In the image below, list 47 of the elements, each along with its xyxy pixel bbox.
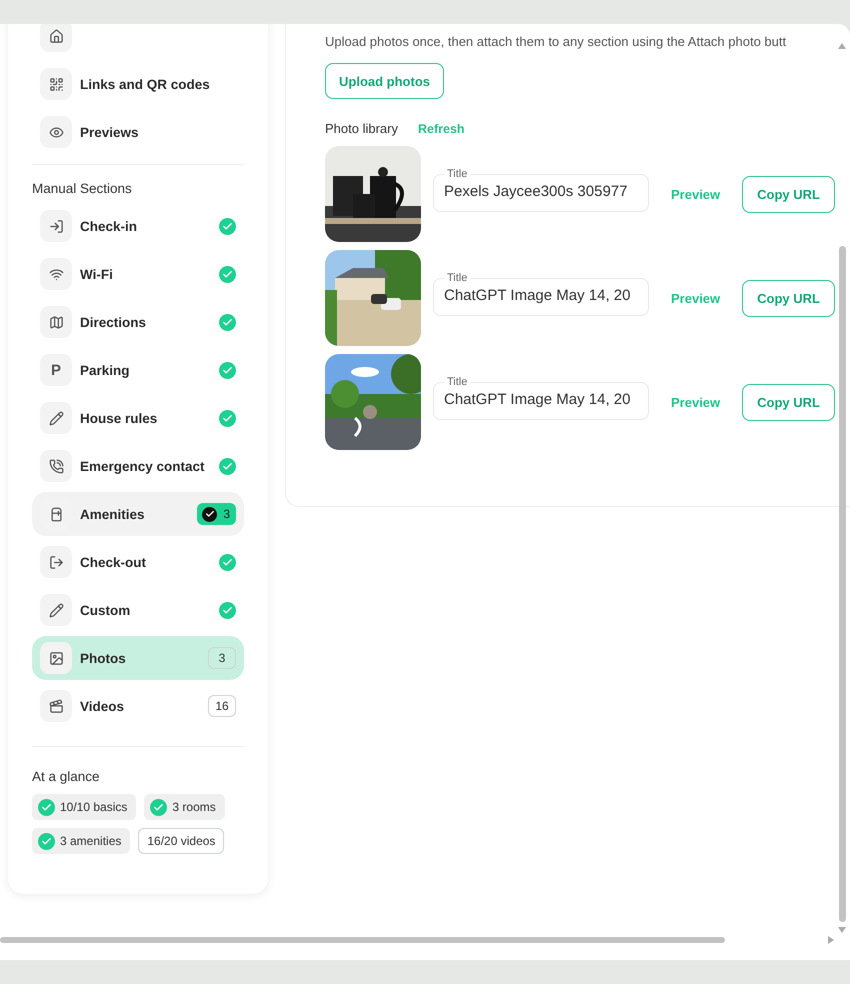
wifi-icon bbox=[40, 258, 72, 290]
section-item[interactable]: Check-out bbox=[32, 540, 244, 584]
complete-badge: 3 bbox=[197, 503, 236, 525]
pencil-icon bbox=[40, 594, 72, 626]
section-item[interactable]: Directions bbox=[32, 300, 244, 344]
section-item[interactable]: Custom bbox=[32, 588, 244, 632]
section-item[interactable]: Wi-Fi bbox=[32, 252, 244, 296]
scroll-down-icon[interactable] bbox=[838, 927, 846, 933]
scroll-up-icon[interactable] bbox=[838, 43, 846, 49]
description-text: Upload photos once, then attach them to any section using the Attach photo butt bbox=[325, 34, 786, 49]
map-icon bbox=[40, 306, 72, 338]
image-icon bbox=[40, 642, 72, 674]
section-item[interactable]: P Parking bbox=[32, 348, 244, 392]
nav-item[interactable]: Links and QR codes bbox=[32, 62, 244, 106]
summary-chip: 3 rooms bbox=[144, 794, 225, 820]
check-icon bbox=[38, 832, 55, 850]
summary-chip: 3 amenities bbox=[32, 828, 130, 854]
title-field[interactable]: Title ChatGPT Image May 14, 20 bbox=[433, 376, 649, 420]
phone-icon bbox=[40, 450, 72, 482]
eye-icon bbox=[40, 116, 72, 148]
check-icon bbox=[150, 798, 168, 816]
check-icon bbox=[38, 798, 55, 816]
parking-icon: P bbox=[40, 354, 72, 386]
horizontal-scrollbar[interactable] bbox=[0, 937, 725, 943]
pencil-icon bbox=[40, 402, 72, 434]
login-icon bbox=[40, 210, 72, 242]
clapperboard-icon bbox=[40, 690, 72, 722]
count-badge: 3 bbox=[208, 647, 236, 669]
logout-icon bbox=[40, 546, 72, 578]
count-badge: 16 bbox=[208, 695, 236, 717]
section-heading: Manual Sections bbox=[32, 181, 133, 196]
nav-item[interactable]: Previews bbox=[32, 110, 244, 154]
section-item[interactable]: Check-in bbox=[32, 204, 244, 248]
summary-chip: 10/10 basics bbox=[32, 794, 136, 820]
summary-chip: 16/20 videos bbox=[138, 828, 224, 854]
section-item[interactable]: Emergency contact bbox=[32, 444, 244, 488]
section-item[interactable]: Videos 16 bbox=[32, 684, 244, 728]
title-field[interactable]: Title Pexels Jaycee300s 305977 bbox=[433, 168, 649, 212]
section-item[interactable]: Photos 3 bbox=[32, 636, 244, 680]
section-item[interactable]: Amenities 3 bbox=[32, 492, 244, 536]
title-field[interactable]: Title ChatGPT Image May 14, 20 bbox=[433, 272, 649, 316]
qr-code-icon bbox=[40, 68, 72, 100]
scroll-right-icon[interactable] bbox=[828, 936, 834, 944]
library-title: Photo library bbox=[325, 121, 398, 136]
section-item[interactable]: House rules bbox=[32, 396, 244, 440]
glance-heading: At a glance bbox=[32, 769, 101, 784]
vertical-scrollbar[interactable] bbox=[839, 246, 846, 922]
